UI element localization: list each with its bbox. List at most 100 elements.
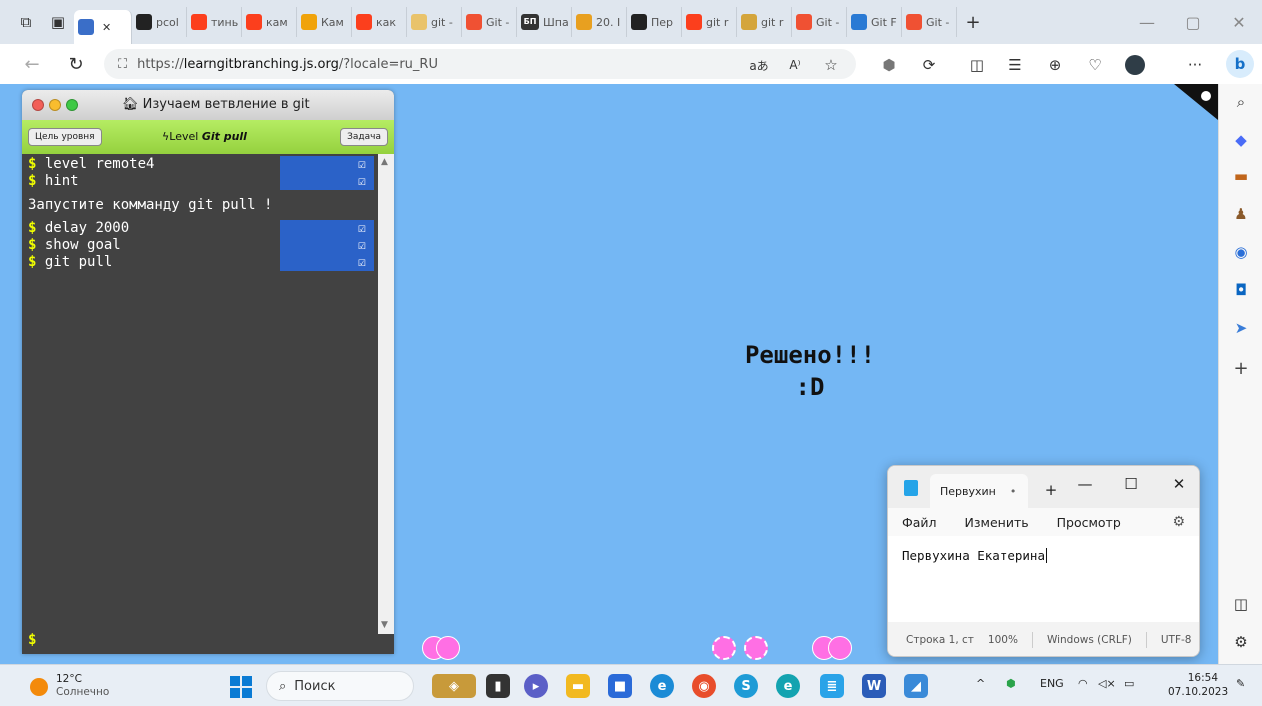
- close-tab-icon[interactable]: ✕: [102, 21, 111, 34]
- browser-tab[interactable]: git r: [682, 7, 737, 37]
- close-light-icon[interactable]: [32, 99, 44, 111]
- add-sidebar-icon[interactable]: +: [1231, 358, 1251, 379]
- scroll-up-icon[interactable]: ▲: [381, 157, 388, 167]
- defender-icon[interactable]: ⬢: [1006, 677, 1016, 690]
- browser-tab[interactable]: Пер: [627, 7, 682, 37]
- settings-gear-icon[interactable]: ⚙: [1231, 632, 1251, 652]
- task-view-icon[interactable]: ▮: [486, 674, 510, 698]
- tag-icon[interactable]: ◆: [1231, 130, 1251, 150]
- notifications-icon[interactable]: ✎: [1236, 677, 1245, 690]
- browser-tab[interactable]: кам: [242, 7, 297, 37]
- menu-file[interactable]: Файл: [902, 515, 937, 530]
- browser-tab-label: git r: [761, 15, 784, 29]
- profile-avatar[interactable]: [1124, 54, 1146, 76]
- url-field[interactable]: ⛶ https://learngitbranching.js.org/?loca…: [104, 49, 856, 79]
- workspaces-icon[interactable]: ⧉: [10, 7, 42, 37]
- refresh-icon[interactable]: ↻: [58, 48, 94, 80]
- outlook-icon[interactable]: ◘: [1231, 280, 1251, 300]
- sidebar-toggle-icon[interactable]: ◫: [1231, 594, 1251, 614]
- tray-overflow-icon[interactable]: ^: [976, 677, 985, 690]
- copilot-icon[interactable]: b: [1226, 50, 1254, 78]
- browser-tab[interactable]: ✕: [74, 10, 132, 44]
- command-text: show goal: [44, 237, 121, 253]
- browser-tab[interactable]: тинь: [187, 7, 242, 37]
- taskbar-search[interactable]: ⌕ Поиск: [266, 671, 414, 701]
- word-icon[interactable]: W: [862, 674, 886, 698]
- split-screen-icon[interactable]: ◫: [966, 54, 988, 76]
- command-text: hint: [44, 173, 79, 189]
- browser-tab[interactable]: как: [352, 7, 407, 37]
- performance-icon[interactable]: ♡: [1084, 54, 1106, 76]
- store-icon[interactable]: ■: [608, 674, 632, 698]
- tab-actions-icon[interactable]: ▣: [42, 7, 74, 37]
- language-indicator[interactable]: ENG: [1040, 677, 1064, 690]
- search-icon[interactable]: ⌕: [1231, 92, 1251, 112]
- browser-tab-label: Git -: [926, 15, 950, 29]
- notepad-editor[interactable]: Первухина Екатерина: [888, 536, 1199, 622]
- notepad-close-icon[interactable]: ✕: [1164, 472, 1194, 496]
- browser-tab[interactable]: БП Шпа: [517, 7, 572, 37]
- command-history-bottom: $ delay 2000 ☑ $ show goal ☑ $ git pull ☑: [22, 220, 378, 271]
- site-info-icon[interactable]: ⛶: [118, 57, 127, 72]
- start-button[interactable]: [230, 676, 252, 698]
- browser-tab[interactable]: pcol: [132, 7, 187, 37]
- level-goal-button[interactable]: Цель уровня: [28, 128, 102, 146]
- solved-line: Решено!!!: [744, 341, 876, 369]
- browser-tab[interactable]: Git F: [847, 7, 902, 37]
- notepad-maximize-icon[interactable]: ☐: [1116, 472, 1146, 496]
- minimize-icon[interactable]: —: [1124, 0, 1170, 44]
- restore-icon[interactable]: ▢: [1170, 0, 1216, 44]
- minimize-light-icon[interactable]: [49, 99, 61, 111]
- shield-icon[interactable]: ⬢: [878, 54, 900, 76]
- notepad-settings-icon[interactable]: ⚙: [1172, 514, 1185, 530]
- browser-tab[interactable]: git -: [407, 7, 462, 37]
- games-icon[interactable]: ♟: [1231, 204, 1251, 224]
- battery-icon[interactable]: ▭: [1124, 677, 1134, 690]
- file-explorer-icon[interactable]: ▬: [566, 674, 590, 698]
- chrome-icon[interactable]: ◉: [692, 674, 716, 698]
- translate-icon[interactable]: aあ: [748, 54, 770, 76]
- favorites-icon[interactable]: ☰: [1004, 54, 1026, 76]
- edge-dev-icon[interactable]: e: [776, 674, 800, 698]
- extensions-icon[interactable]: ⟳: [918, 54, 940, 76]
- weather-widget[interactable]: 12°C Солнечно: [56, 673, 109, 699]
- widgets-app-icon[interactable]: ◈: [432, 674, 476, 698]
- more-menu-icon[interactable]: ···: [1184, 54, 1206, 76]
- weather-sun-icon[interactable]: [30, 678, 48, 696]
- skype-icon[interactable]: S: [734, 674, 758, 698]
- menu-edit[interactable]: Изменить: [965, 515, 1029, 530]
- task-button[interactable]: Задача: [340, 128, 388, 146]
- read-aloud-icon[interactable]: A⁾: [784, 54, 806, 76]
- new-tab-button[interactable]: +: [957, 7, 989, 37]
- notepad-taskbar-icon[interactable]: ≣: [820, 674, 844, 698]
- browser-tab[interactable]: 20. I: [572, 7, 627, 37]
- terminal-prompt[interactable]: $: [28, 632, 36, 648]
- wifi-icon[interactable]: ◠: [1078, 677, 1088, 690]
- scroll-down-icon[interactable]: ▼: [381, 620, 388, 630]
- unsaved-dot-icon[interactable]: •: [1010, 485, 1017, 498]
- edge-icon[interactable]: e: [650, 674, 674, 698]
- favorite-star-icon[interactable]: ☆: [820, 54, 842, 76]
- terminal-scrollbar[interactable]: ▲ ▼: [378, 154, 394, 634]
- teams-chat-icon[interactable]: ▸: [524, 674, 548, 698]
- send-icon[interactable]: ➤: [1231, 318, 1251, 338]
- notepad-minimize-icon[interactable]: —: [1070, 472, 1100, 496]
- browser-tab[interactable]: Кам: [297, 7, 352, 37]
- taskbar-clock[interactable]: 16:54 07.10.2023: [1168, 671, 1228, 699]
- close-window-icon[interactable]: ✕: [1216, 0, 1262, 44]
- notepad-new-tab-icon[interactable]: +: [1036, 478, 1066, 502]
- browser-tab[interactable]: Git -: [792, 7, 847, 37]
- collections-icon[interactable]: ⊕: [1044, 54, 1066, 76]
- back-icon[interactable]: ←: [14, 48, 50, 80]
- browser-tab[interactable]: Git -: [462, 7, 517, 37]
- browser-tab[interactable]: git r: [737, 7, 792, 37]
- office-icon[interactable]: ◉: [1231, 242, 1251, 262]
- browser-tab[interactable]: Git -: [902, 7, 957, 37]
- photos-icon[interactable]: ◢: [904, 674, 928, 698]
- volume-icon[interactable]: ◁×: [1098, 677, 1116, 690]
- zoom-light-icon[interactable]: [66, 99, 78, 111]
- menu-view[interactable]: Просмотр: [1057, 515, 1121, 530]
- pin-corner-icon[interactable]: [1174, 84, 1218, 120]
- notepad-tab[interactable]: Первухин •: [930, 474, 1028, 508]
- briefcase-icon[interactable]: ▬: [1231, 166, 1251, 186]
